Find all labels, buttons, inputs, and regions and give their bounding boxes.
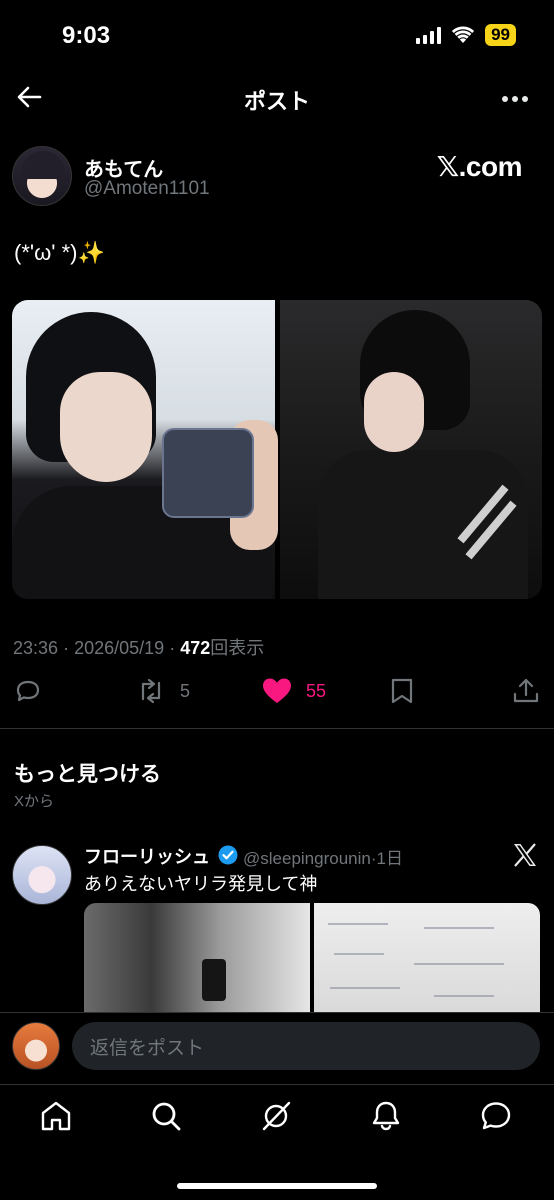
status-time: 9:03 [62, 22, 111, 49]
reply-input[interactable]: 返信をポスト [72, 1022, 540, 1070]
x-com-watermark: 𝕏.com [436, 151, 523, 182]
meta-separator: · [63, 638, 70, 658]
recommended-name[interactable]: フローリッシュ [84, 843, 210, 869]
retweet-count: 5 [180, 680, 191, 701]
share-button[interactable] [512, 676, 540, 706]
page-title: ポスト [243, 89, 310, 114]
tweet-meta: 23:36 · 2026/05/19 · 472回表示 [13, 634, 264, 660]
author-handle[interactable]: @Amoten1101 [84, 178, 210, 200]
search-icon[interactable] [148, 1098, 184, 1134]
reply-icon [16, 680, 40, 702]
discover-title: もっと見つける [14, 763, 161, 786]
bookmark-button[interactable] [390, 676, 414, 706]
battery-indicator: 99 [485, 24, 516, 46]
recommended-text: ありえないヤリラ発見して神 [84, 874, 318, 894]
reply-avatar[interactable] [12, 1022, 60, 1070]
like-button[interactable]: 55 [262, 676, 326, 706]
bell-icon[interactable] [368, 1098, 404, 1134]
divider [0, 728, 554, 729]
retweet-button[interactable]: 5 [136, 676, 190, 706]
discover-subtitle: Xから [14, 793, 55, 810]
tweet-time: 23:36 [13, 638, 59, 658]
wifi-icon [451, 26, 475, 43]
view-count[interactable]: 472 [180, 638, 210, 658]
recommended-media[interactable] [84, 903, 540, 1015]
tweet-text: (*'ω' *)✨ [14, 240, 105, 265]
recommended-handle-time[interactable]: @sleepingrounin·1日 [243, 844, 403, 869]
photo-portrait[interactable] [279, 300, 542, 599]
recommended-handle[interactable]: @sleepingrounin [243, 849, 371, 868]
meta-separator-2: · [169, 638, 176, 658]
tweet-media[interactable] [12, 300, 542, 599]
signal-icon [416, 26, 442, 44]
home-indicator [177, 1183, 377, 1189]
like-count: 55 [306, 680, 327, 701]
status-icons: 99 [416, 24, 516, 46]
messages-icon[interactable] [478, 1098, 514, 1134]
share-icon [513, 678, 539, 703]
verified-icon [218, 845, 238, 865]
heart-icon [263, 678, 291, 703]
tweet-date: 2026/05/19 [74, 638, 165, 658]
photo-selfie[interactable] [12, 300, 278, 599]
view-label: 回表示 [210, 638, 265, 658]
bookmark-icon [391, 678, 413, 704]
grok-icon[interactable] [258, 1098, 294, 1134]
retweet-icon [141, 678, 161, 704]
home-icon[interactable] [38, 1098, 74, 1134]
recommended-photo-2[interactable] [314, 903, 540, 1015]
recommended-time: ·1日 [370, 849, 403, 868]
author-avatar[interactable] [12, 146, 72, 206]
x-logo-icon[interactable] [512, 842, 538, 868]
recommended-avatar[interactable] [12, 845, 72, 905]
reply-button[interactable] [14, 676, 42, 706]
recommended-photo-1[interactable] [84, 903, 310, 1015]
more-icon[interactable] [500, 84, 530, 114]
